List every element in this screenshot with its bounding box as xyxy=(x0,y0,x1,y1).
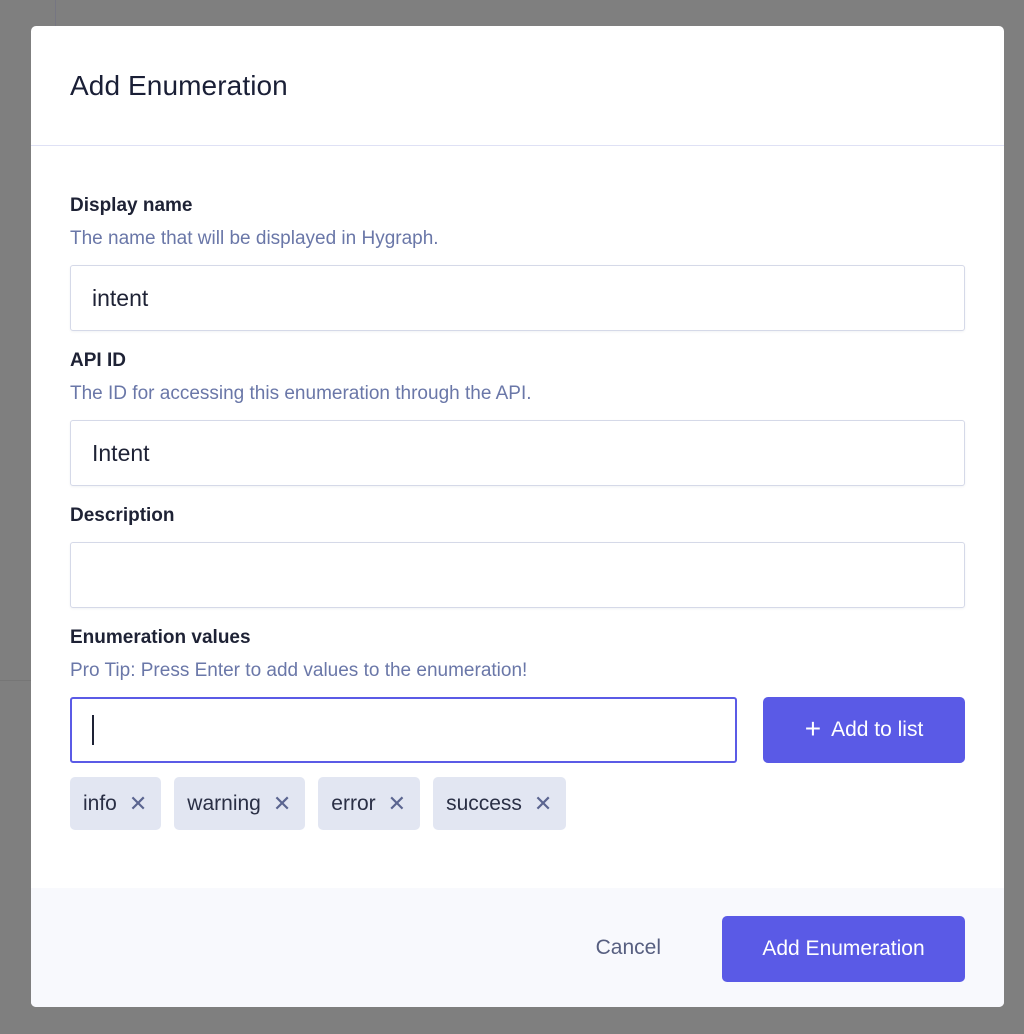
enumeration-tag-list: info ✕ warning ✕ error ✕ success ✕ xyxy=(70,777,965,830)
background-divider xyxy=(0,680,31,681)
api-id-help: The ID for accessing this enumeration th… xyxy=(70,383,532,404)
enumeration-values-field: Enumeration values Pro Tip: Press Enter … xyxy=(70,626,965,830)
background-divider xyxy=(55,0,56,26)
cancel-button[interactable]: Cancel xyxy=(596,936,661,960)
enumeration-values-help: Pro Tip: Press Enter to add values to th… xyxy=(70,660,528,681)
api-id-label: API ID xyxy=(70,350,126,371)
add-to-list-button[interactable]: + Add to list xyxy=(763,697,965,763)
dialog-body: Display name The name that will be displ… xyxy=(31,146,1004,830)
enumeration-tag: info ✕ xyxy=(70,777,162,830)
display-name-value: intent xyxy=(92,284,149,311)
tag-label: error xyxy=(331,791,376,815)
add-enumeration-button[interactable]: Add Enumeration xyxy=(722,915,965,982)
enumeration-tag: error ✕ xyxy=(318,777,421,830)
dialog-title: Add Enumeration xyxy=(70,69,288,101)
dialog-footer: Cancel Add Enumeration xyxy=(31,888,1004,1007)
display-name-label: Display name xyxy=(70,195,193,216)
close-icon[interactable]: ✕ xyxy=(534,792,552,815)
enumeration-values-label: Enumeration values xyxy=(70,627,251,648)
api-id-value: Intent xyxy=(92,439,150,466)
close-icon[interactable]: ✕ xyxy=(273,792,291,815)
tag-label: success xyxy=(446,791,522,815)
close-icon[interactable]: ✕ xyxy=(129,792,147,815)
enumeration-tag: success ✕ xyxy=(433,777,567,830)
display-name-input[interactable]: intent xyxy=(70,265,965,331)
tag-label: info xyxy=(83,791,117,815)
text-cursor xyxy=(92,715,94,745)
add-to-list-label: Add to list xyxy=(831,718,924,741)
plus-icon: + xyxy=(804,712,822,744)
dialog-header: Add Enumeration xyxy=(31,26,1004,146)
api-id-field: API ID The ID for accessing this enumera… xyxy=(70,349,965,486)
display-name-field: Display name The name that will be displ… xyxy=(70,194,965,331)
enumeration-input-row: + Add to list xyxy=(70,697,965,763)
tag-label: warning xyxy=(187,791,261,815)
description-label: Description xyxy=(70,505,175,526)
add-enumeration-dialog: Add Enumeration Display name The name th… xyxy=(31,26,1004,1007)
description-input[interactable] xyxy=(70,542,965,608)
description-field: Description xyxy=(70,504,965,608)
enumeration-tag: warning ✕ xyxy=(174,777,306,830)
close-icon[interactable]: ✕ xyxy=(388,792,406,815)
api-id-input[interactable]: Intent xyxy=(70,420,965,486)
enumeration-value-input[interactable] xyxy=(70,697,737,763)
display-name-help: The name that will be displayed in Hygra… xyxy=(70,228,439,249)
